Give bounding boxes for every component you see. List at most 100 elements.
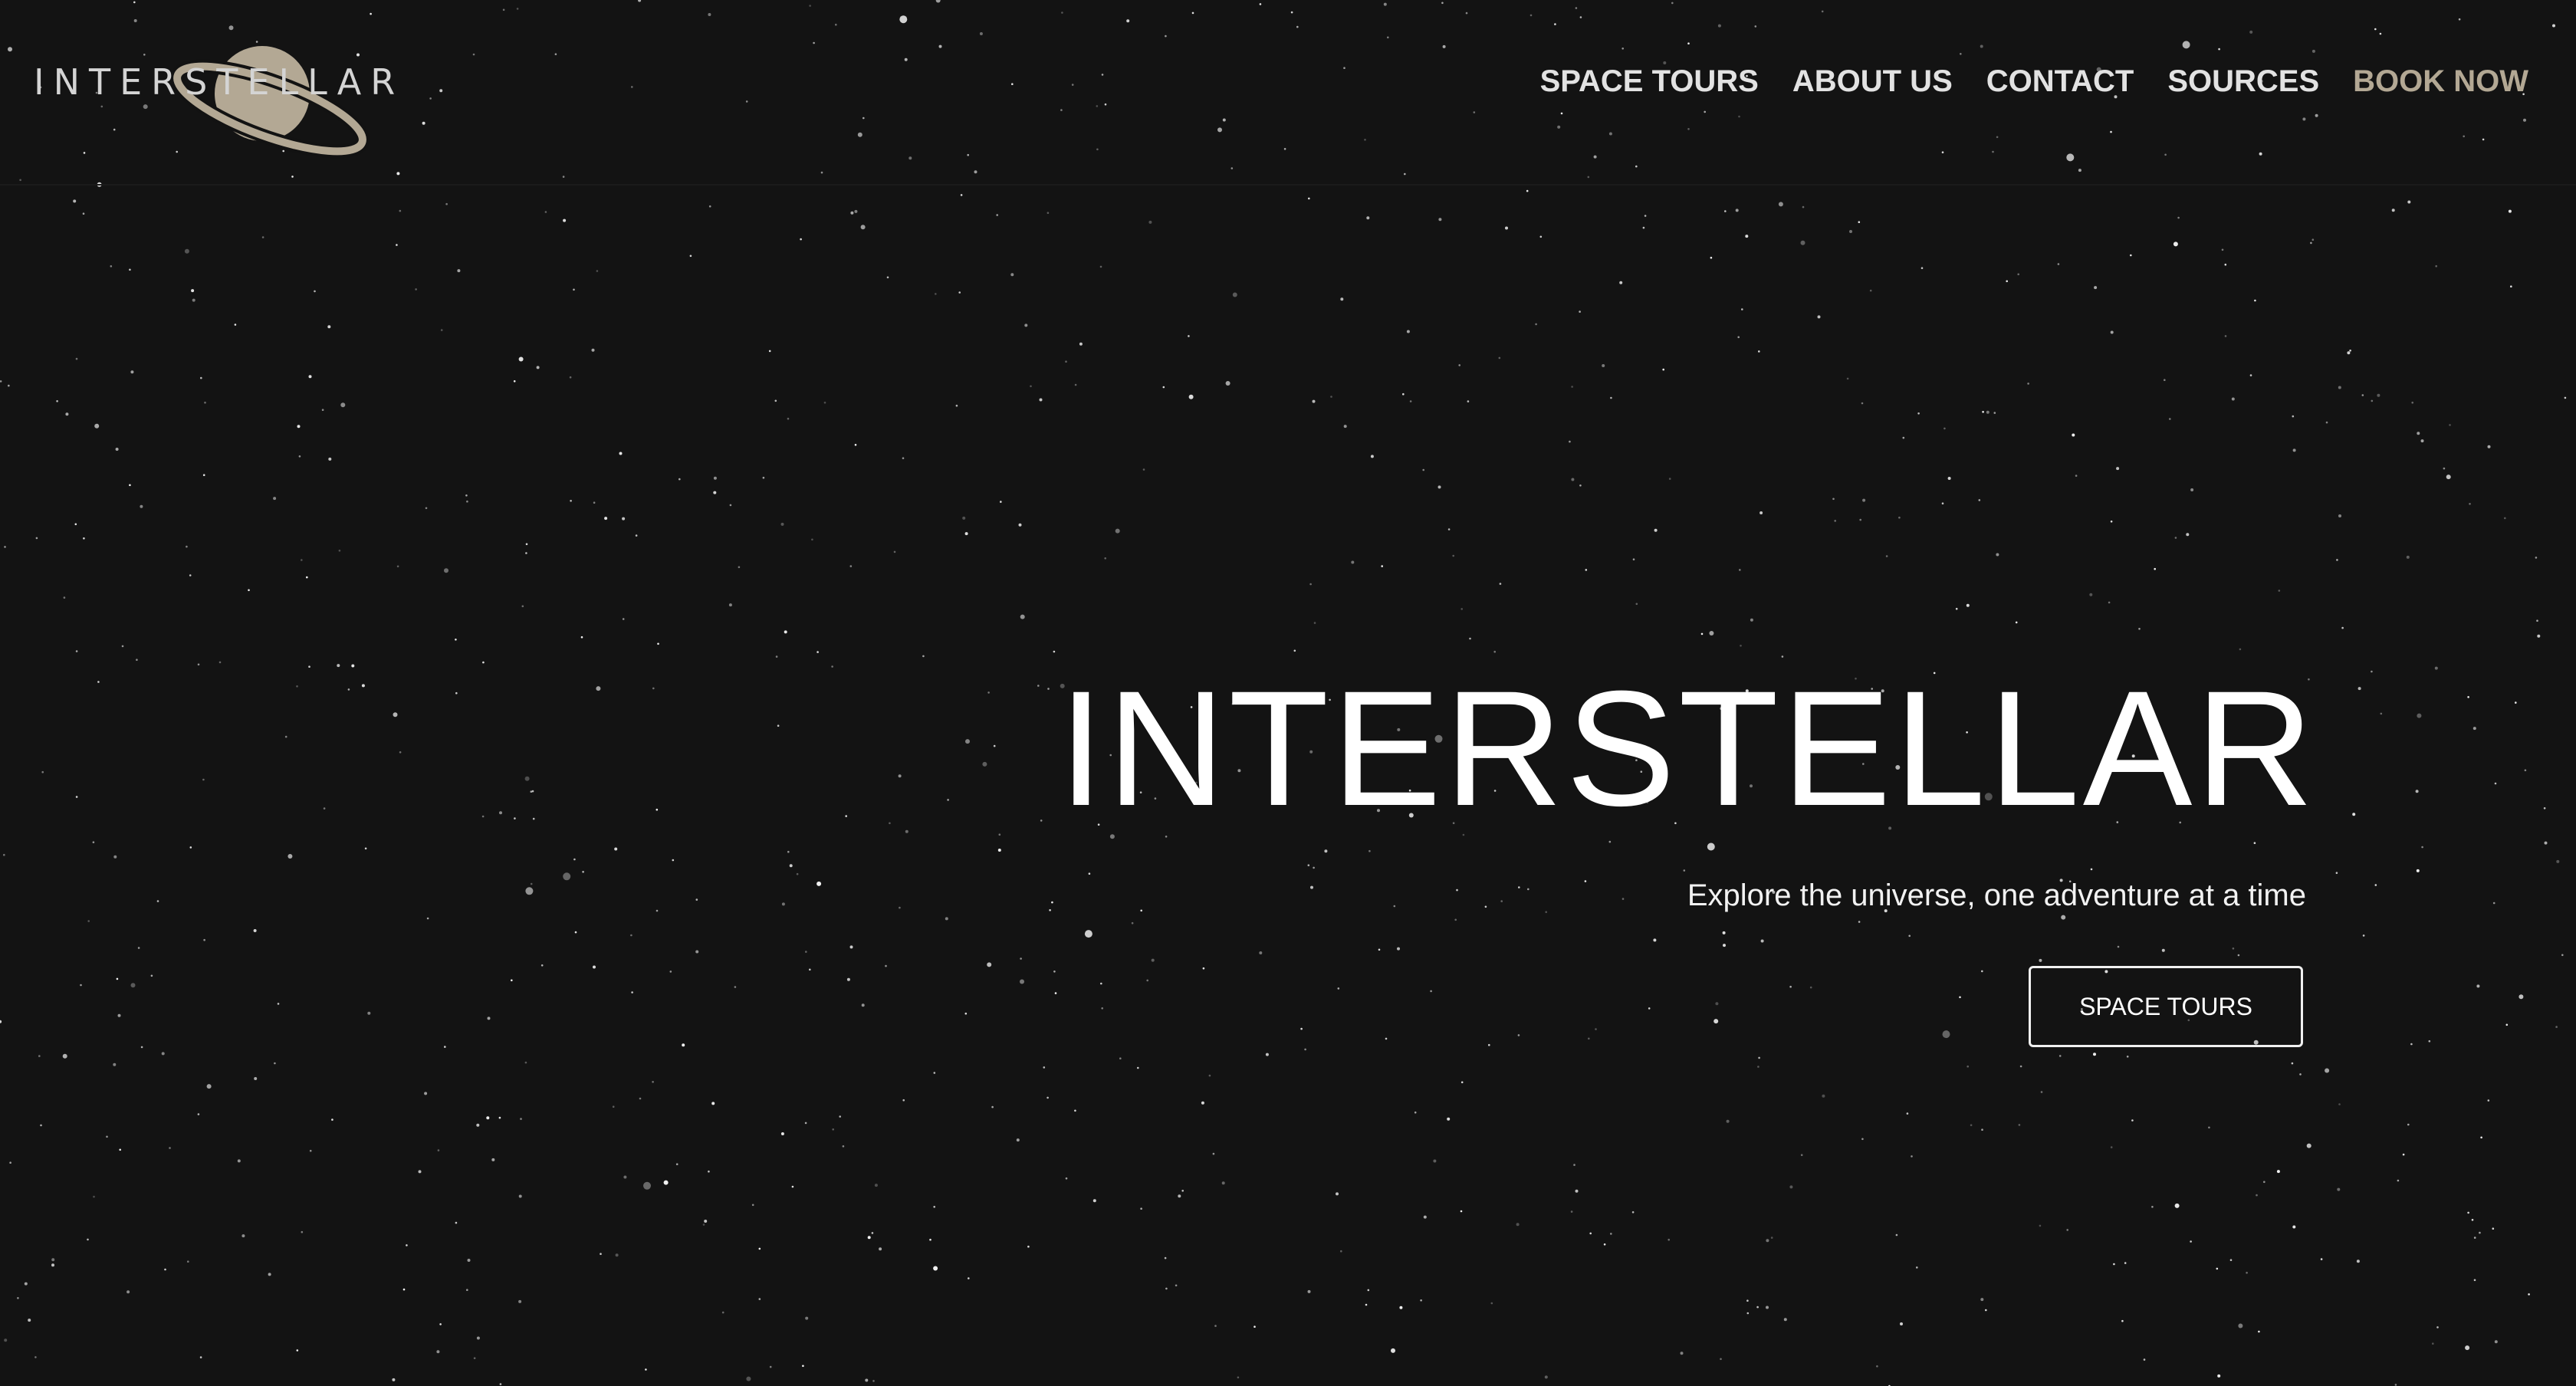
nav-space-tours[interactable]: SPACE TOURS (1540, 64, 1759, 99)
star (1308, 197, 1310, 200)
star (2066, 153, 2075, 162)
nav-about-us[interactable]: ABOUT US (1792, 64, 1953, 99)
star (1959, 996, 1961, 999)
star (308, 665, 310, 668)
star (2336, 559, 2338, 561)
star (823, 401, 826, 404)
star (1741, 308, 1743, 310)
star (1460, 1081, 1464, 1084)
star (1579, 310, 1581, 313)
star (1683, 869, 1686, 872)
star (1917, 412, 1920, 415)
star (242, 1234, 245, 1238)
star (110, 265, 113, 268)
star (455, 1221, 458, 1224)
star (2094, 286, 2098, 290)
star (933, 1266, 938, 1271)
star (1981, 1128, 1983, 1131)
star (1420, 1299, 1422, 1302)
star (1175, 1284, 1178, 1287)
star (2494, 782, 2497, 785)
star (1010, 273, 1014, 277)
star (811, 538, 813, 541)
star (562, 176, 565, 178)
star (2341, 626, 2344, 629)
nav-contact[interactable]: CONTACT (1986, 64, 2134, 99)
star (1569, 440, 1571, 443)
star (1046, 1096, 1049, 1099)
star (2537, 634, 2541, 638)
star (1756, 1306, 1759, 1309)
star (1631, 1211, 1635, 1214)
star (2238, 1323, 2243, 1329)
star (511, 979, 513, 982)
star (1723, 944, 1726, 948)
star (1493, 650, 1496, 653)
star (899, 15, 908, 24)
star (1164, 1256, 1167, 1260)
star (1460, 608, 1463, 610)
star (689, 255, 692, 258)
star (593, 501, 596, 504)
star (2291, 1062, 2294, 1065)
star (1053, 971, 1056, 973)
star (998, 833, 1001, 836)
star (656, 808, 659, 811)
star (909, 156, 912, 160)
star (1237, 1376, 1240, 1379)
star (1982, 411, 1984, 413)
star (1043, 1066, 1046, 1069)
star (1783, 1318, 1787, 1322)
star (1539, 235, 1543, 238)
star (1809, 986, 1812, 989)
star (1846, 377, 1849, 380)
star (1016, 1138, 1020, 1142)
star (563, 872, 571, 881)
star (62, 1053, 67, 1059)
star (1941, 502, 1944, 504)
star (1900, 1322, 1903, 1325)
nav-book-now[interactable]: BOOK NOW (2353, 64, 2528, 99)
star (1766, 1306, 1769, 1309)
header-divider (0, 184, 2576, 186)
star (396, 172, 400, 176)
star (540, 964, 544, 967)
star (2177, 216, 2180, 219)
star (1265, 1053, 1269, 1056)
star (472, 53, 475, 56)
star (805, 951, 807, 953)
star (2058, 1055, 2062, 1057)
logo[interactable]: INTERSTELLAR (34, 38, 395, 169)
star (711, 1102, 715, 1105)
star (1560, 112, 1563, 115)
star (228, 25, 234, 31)
star (1188, 394, 1194, 399)
star (1585, 569, 1588, 571)
star (997, 849, 1001, 852)
star (1051, 901, 1053, 904)
star (2361, 394, 2364, 396)
star (2090, 868, 2093, 871)
space-tours-button[interactable]: SPACE TOURS (2029, 966, 2303, 1047)
star (1221, 1181, 1225, 1185)
star (2492, 902, 2496, 905)
star (2472, 727, 2476, 731)
star (796, 872, 799, 875)
star (465, 494, 468, 497)
star (296, 685, 298, 688)
star (713, 491, 717, 494)
star (2505, 1023, 2509, 1026)
star (857, 132, 863, 137)
star (2089, 593, 2093, 596)
star (1858, 221, 1861, 224)
star (1024, 324, 1028, 327)
star (2173, 241, 2178, 247)
star (2256, 1194, 2258, 1197)
star (849, 565, 853, 567)
star (189, 574, 192, 576)
star (337, 664, 340, 668)
star (1039, 398, 1043, 402)
star (2377, 393, 2380, 397)
star (87, 920, 90, 922)
nav-sources[interactable]: SOURCES (2167, 64, 2319, 99)
